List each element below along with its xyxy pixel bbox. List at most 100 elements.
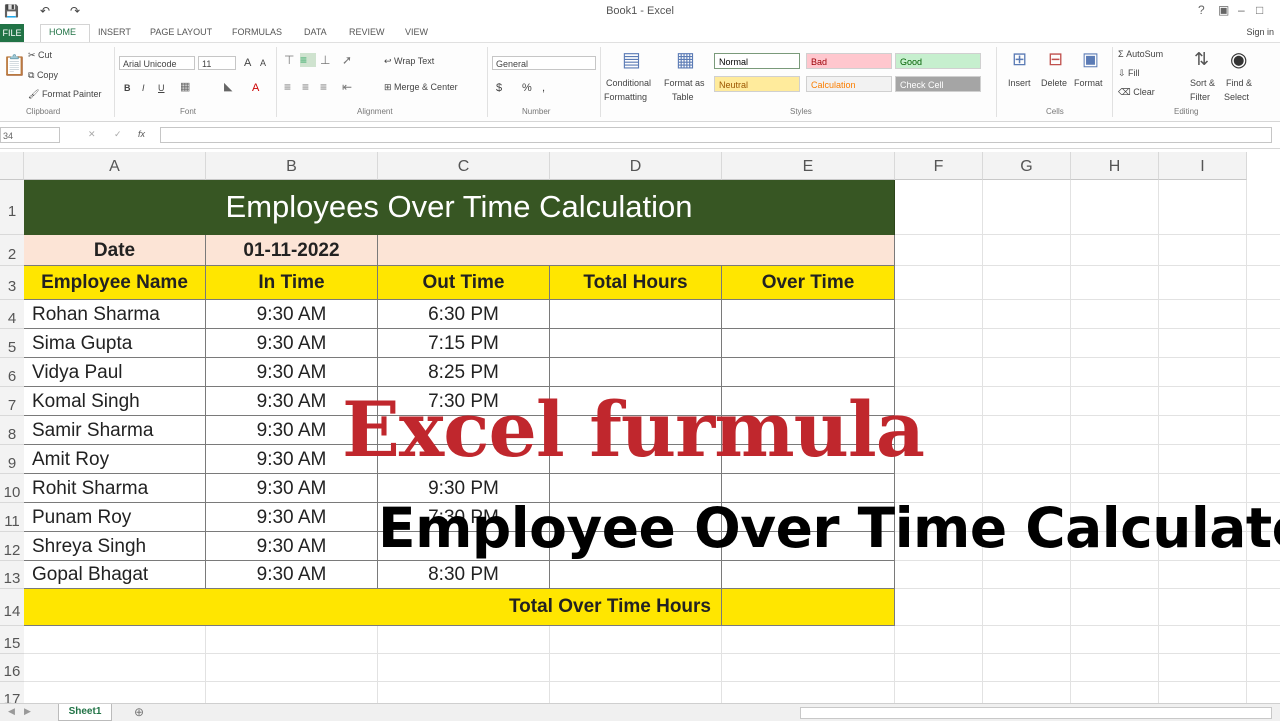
sort-filter-button[interactable]: Sort & — [1190, 78, 1215, 88]
minimize-icon[interactable]: – — [1238, 3, 1245, 17]
cell-style-calculation[interactable]: Calculation — [806, 76, 892, 92]
help-icon[interactable]: ? — [1198, 3, 1205, 17]
insert-function-icon[interactable]: fx — [138, 129, 145, 139]
date-row-merged-cell[interactable] — [378, 235, 895, 266]
horizontal-scrollbar[interactable] — [800, 707, 1272, 719]
format-cells-icon[interactable]: ▣ — [1082, 49, 1099, 70]
cell-style-neutral[interactable]: Neutral — [714, 76, 800, 92]
fill-button[interactable]: ⇩ Fill — [1118, 68, 1140, 79]
employee-name-cell[interactable]: Vidya Paul — [24, 358, 206, 387]
tab-home[interactable]: HOME — [49, 27, 76, 37]
in-time-cell[interactable]: 9:30 AM — [206, 329, 378, 358]
copy-button[interactable]: ⧉ Copy — [28, 70, 58, 81]
row-header-17[interactable]: 17 — [0, 682, 24, 703]
column-header-c[interactable]: C — [378, 152, 550, 180]
total-overtime-value-cell[interactable] — [722, 589, 895, 626]
table-header-cell[interactable]: Over Time — [722, 266, 895, 300]
paste-icon[interactable]: 📋 — [2, 53, 27, 78]
in-time-cell[interactable]: 9:30 AM — [206, 358, 378, 387]
row-header-7[interactable]: 7 — [0, 387, 24, 416]
bold-button[interactable]: B — [124, 83, 131, 93]
format-as-table-button[interactable]: Format as — [664, 78, 705, 88]
total-hours-cell[interactable] — [550, 300, 722, 329]
cancel-icon[interactable]: ✕ — [88, 129, 96, 140]
name-box[interactable]: 34 — [0, 127, 60, 143]
out-time-cell[interactable]: 7:15 PM — [378, 329, 550, 358]
employee-name-cell[interactable]: Amit Roy — [24, 445, 206, 474]
tab-file[interactable]: FILE — [0, 24, 24, 42]
row-header-16[interactable]: 16 — [0, 654, 24, 682]
comma-button[interactable]: , — [542, 82, 545, 94]
tab-insert[interactable]: INSERT — [98, 27, 131, 37]
row-header-8[interactable]: 8 — [0, 416, 24, 445]
row-header-11[interactable]: 11 — [0, 503, 24, 532]
row-header-12[interactable]: 12 — [0, 532, 24, 561]
wrap-text-button[interactable]: ↩ Wrap Text — [384, 56, 434, 67]
font-color-button[interactable]: A — [252, 82, 259, 94]
cell-style-good[interactable]: Good — [895, 53, 981, 69]
select-all-corner[interactable] — [0, 152, 24, 180]
align-left-icon[interactable]: ≡ — [284, 80, 291, 94]
total-hours-cell[interactable] — [550, 561, 722, 589]
enter-icon[interactable]: ✓ — [114, 129, 122, 140]
over-time-cell[interactable] — [722, 358, 895, 387]
autosum-button[interactable]: Σ AutoSum — [1118, 49, 1163, 59]
delete-cells-button[interactable]: Delete — [1041, 78, 1067, 88]
out-time-cell[interactable]: 8:25 PM — [378, 358, 550, 387]
font-size-select[interactable]: 11 — [198, 56, 236, 70]
total-overtime-label-cell[interactable]: Total Over Time Hours — [24, 589, 722, 626]
total-hours-cell[interactable] — [550, 329, 722, 358]
tab-review[interactable]: REVIEW — [349, 27, 385, 37]
row-header-4[interactable]: 4 — [0, 300, 24, 329]
column-header-e[interactable]: E — [722, 152, 895, 180]
table-header-cell[interactable]: Out Time — [378, 266, 550, 300]
in-time-cell[interactable]: 9:30 AM — [206, 300, 378, 329]
employee-name-cell[interactable]: Samir Sharma — [24, 416, 206, 445]
ribbon-display-icon[interactable]: ▣ — [1218, 3, 1229, 17]
employee-name-cell[interactable]: Komal Singh — [24, 387, 206, 416]
clear-button[interactable]: ⌫ Clear — [1118, 87, 1155, 98]
employee-name-cell[interactable]: Rohan Sharma — [24, 300, 206, 329]
number-format-select[interactable]: General — [492, 56, 596, 70]
over-time-cell[interactable] — [722, 329, 895, 358]
employee-name-cell[interactable]: Gopal Bhagat — [24, 561, 206, 589]
format-painter-button[interactable]: 🖌 Format Painter — [28, 89, 101, 100]
formula-input[interactable] — [160, 127, 1272, 143]
cell-style-normal[interactable]: Normal — [714, 53, 800, 69]
fill-color-icon[interactable]: ◣ — [224, 80, 232, 93]
row-header-2[interactable]: 2 — [0, 235, 24, 266]
align-bottom-icon[interactable]: ⊥ — [320, 53, 330, 67]
sort-filter-icon[interactable]: ⇅ — [1194, 49, 1209, 70]
conditional-formatting-icon[interactable]: ▤ — [622, 47, 641, 72]
row-header-6[interactable]: 6 — [0, 358, 24, 387]
row-header-10[interactable]: 10 — [0, 474, 24, 503]
out-time-cell[interactable]: 8:30 PM — [378, 561, 550, 589]
align-middle-icon[interactable]: ≡ — [300, 53, 316, 67]
find-select-button[interactable]: Find & — [1226, 78, 1252, 88]
sheet-title-cell[interactable]: Employees Over Time Calculation — [24, 180, 895, 235]
orientation-icon[interactable]: ➚ — [342, 53, 352, 67]
row-header-1[interactable]: 1 — [0, 180, 24, 235]
employee-name-cell[interactable]: Punam Roy — [24, 503, 206, 532]
in-time-cell[interactable]: 9:30 AM — [206, 532, 378, 561]
row-header-9[interactable]: 9 — [0, 445, 24, 474]
font-name-select[interactable]: Arial Unicode — [119, 56, 195, 70]
out-time-cell[interactable]: 6:30 PM — [378, 300, 550, 329]
in-time-cell[interactable]: 9:30 AM — [206, 474, 378, 503]
currency-button[interactable]: $ — [496, 82, 502, 94]
column-header-i[interactable]: I — [1159, 152, 1247, 180]
over-time-cell[interactable] — [722, 300, 895, 329]
cell-style-check-cell[interactable]: Check Cell — [895, 76, 981, 92]
column-header-g[interactable]: G — [983, 152, 1071, 180]
border-icon[interactable]: ▦ — [180, 80, 190, 93]
sheet-tab-sheet1[interactable]: Sheet1 — [58, 704, 112, 721]
column-header-a[interactable]: A — [24, 152, 206, 180]
tab-page-layout[interactable]: PAGE LAYOUT — [150, 27, 212, 37]
merge-center-button[interactable]: ⊞ Merge & Center — [384, 82, 458, 93]
add-sheet-icon[interactable]: ⊕ — [134, 705, 144, 719]
align-top-icon[interactable]: ⊤ — [284, 53, 294, 67]
grow-font-button[interactable]: A — [244, 57, 251, 69]
align-right-icon[interactable]: ≡ — [320, 80, 327, 94]
table-header-cell[interactable]: Employee Name — [24, 266, 206, 300]
underline-button[interactable]: U — [158, 83, 165, 93]
